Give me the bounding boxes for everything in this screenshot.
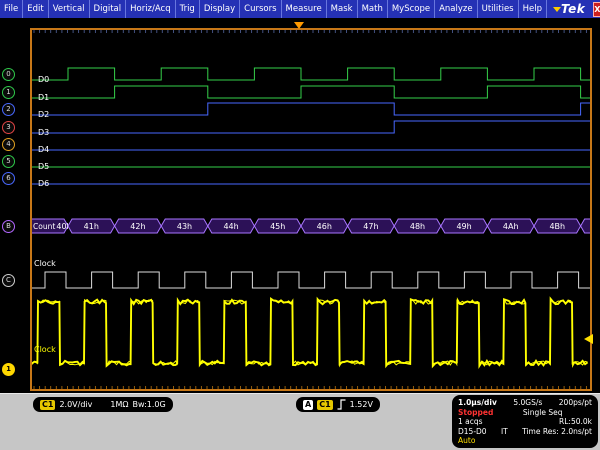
digital-label-d2: D2: [38, 110, 49, 119]
digital-label-d3: D3: [38, 128, 49, 137]
menu-item-trig[interactable]: Trig: [176, 0, 200, 18]
clock-channel-marker[interactable]: C: [2, 274, 15, 287]
ch1-scale: 2.0V/div: [59, 400, 92, 409]
menu-item-math[interactable]: Math: [358, 0, 388, 18]
bus-segment: [581, 219, 590, 233]
acq-line-2: Stopped Single Seq: [458, 408, 592, 418]
digital-label-d1: D1: [38, 93, 49, 102]
channel-marker-d5[interactable]: 5: [2, 155, 15, 168]
bus-value: 42h: [130, 222, 145, 231]
acq-line-4: D15-D0 IT Time Res: 2.0ns/pt: [458, 427, 592, 437]
channel-marker-d3[interactable]: 3: [2, 121, 15, 134]
acq-sample-rate: 5.0GS/s: [513, 398, 542, 408]
acq-digital-group: D15-D0: [458, 427, 487, 437]
digital-label-d0: D0: [38, 75, 49, 84]
digital-trace-d2: [32, 103, 590, 115]
bus-value: 46h: [317, 222, 332, 231]
ch1-bandwidth: Bw:1.0G: [132, 400, 165, 409]
channel-marker-d6[interactable]: 6: [2, 172, 15, 185]
bus-value: 43h: [177, 222, 192, 231]
digital-trace-d3: [32, 121, 590, 133]
menu-overflow-arrow-icon[interactable]: [553, 7, 561, 12]
menu-item-help[interactable]: Help: [519, 0, 547, 18]
ch1-ground-marker[interactable]: 1: [2, 363, 15, 376]
menu-item-digital[interactable]: Digital: [90, 0, 127, 18]
digital-label-d5: D5: [38, 162, 49, 171]
acq-line-5: Auto: [458, 436, 592, 446]
acq-time-res: Time Res: 2.0ns/pt: [522, 427, 592, 437]
acq-count: 1 acqs: [458, 417, 483, 427]
ch1-coupling: 1MΩ: [110, 400, 128, 409]
menu-item-analyze[interactable]: Analyze: [435, 0, 478, 18]
bus-name-label: Count: [33, 222, 55, 231]
menu-item-myscope[interactable]: MyScope: [388, 0, 435, 18]
ch1-badge: C1: [40, 400, 55, 410]
bus-value: 45h: [270, 222, 285, 231]
ch1-trigger-level-marker[interactable]: [584, 334, 593, 344]
status-bar: C1 2.0V/div 1MΩ Bw:1.0G A C1 1.52V 1.0μs…: [0, 393, 600, 450]
digital-clock-trace: [32, 272, 590, 288]
digital-trace-d1: [32, 86, 590, 98]
trigger-event-badge: A: [303, 400, 313, 410]
menu-bar: FileEditVerticalDigitalHoriz/AcqTrigDisp…: [0, 0, 600, 18]
digital-trace-d0: [32, 68, 590, 80]
menu-item-horiz-acq[interactable]: Horiz/Acq: [126, 0, 176, 18]
acq-mode: Single Seq: [523, 408, 563, 418]
menu-item-measure[interactable]: Measure: [282, 0, 327, 18]
bus-value: 4Ah: [503, 222, 519, 231]
waveform-display-area: D0D1D2D3D4D5D640h41h42h43h44h45h46h47h48…: [0, 18, 600, 393]
ch1-readout[interactable]: C1 2.0V/div 1MΩ Bw:1.0G: [33, 397, 173, 412]
bus-value: 4Bh: [549, 222, 565, 231]
channel-marker-d1[interactable]: 1: [2, 86, 15, 99]
menu-item-file[interactable]: File: [0, 0, 23, 18]
bus-value: 44h: [223, 222, 238, 231]
menu-item-display[interactable]: Display: [200, 0, 240, 18]
acq-record-length: RL:50.0k: [559, 417, 592, 427]
digital-label-d4: D4: [38, 145, 49, 154]
tek-logo: Tek: [561, 2, 593, 16]
channel-marker-d0[interactable]: 0: [2, 68, 15, 81]
analog-ch1-label: Clock: [34, 345, 56, 354]
trigger-position-marker[interactable]: [294, 22, 304, 29]
bottom-tick-marks: [34, 386, 586, 389]
trigger-source-badge: C1: [317, 400, 332, 410]
digital-label-d6: D6: [38, 179, 49, 188]
acq-timebase: 1.0μs/div: [458, 398, 497, 408]
bus-value: 41h: [84, 222, 99, 231]
acq-state: Stopped: [458, 408, 493, 418]
close-button[interactable]: X: [593, 2, 600, 17]
graticule-frame: D0D1D2D3D4D5D640h41h42h43h44h45h46h47h48…: [30, 28, 592, 391]
menu-item-cursors[interactable]: Cursors: [240, 0, 281, 18]
rising-edge-icon: [337, 399, 346, 410]
acq-line-1: 1.0μs/div 5.0GS/s 200ps/pt: [458, 398, 592, 408]
menu-item-vertical[interactable]: Vertical: [49, 0, 90, 18]
channel-marker-column: 0 1 2 3 4 5 6 B C 1: [0, 18, 30, 393]
digital-clock-label: Clock: [34, 259, 56, 268]
bus-value: 48h: [410, 222, 425, 231]
bus-value: 49h: [456, 222, 471, 231]
channel-marker-d2[interactable]: 2: [2, 103, 15, 116]
menu-item-utilities[interactable]: Utilities: [478, 0, 519, 18]
acq-resolution: 200ps/pt: [559, 398, 592, 408]
bus-marker[interactable]: B: [2, 220, 15, 233]
menu-item-edit[interactable]: Edit: [23, 0, 48, 18]
channel-marker-d4[interactable]: 4: [2, 138, 15, 151]
acquisition-readout[interactable]: 1.0μs/div 5.0GS/s 200ps/pt Stopped Singl…: [452, 395, 598, 448]
menu-item-mask[interactable]: Mask: [327, 0, 358, 18]
top-tick-marks: [34, 30, 586, 33]
oscilloscope-screen: FileEditVerticalDigitalHoriz/AcqTrigDisp…: [0, 0, 600, 450]
trigger-readout[interactable]: A C1 1.52V: [296, 397, 380, 412]
waveform-plot: D0D1D2D3D4D5D640h41h42h43h44h45h46h47h48…: [32, 30, 590, 389]
trigger-level: 1.52V: [350, 400, 373, 409]
bus-value: 47h: [363, 222, 378, 231]
acq-sampling-mode: IT: [501, 427, 508, 437]
acq-line-3: 1 acqs RL:50.0k: [458, 417, 592, 427]
menu-item-list: FileEditVerticalDigitalHoriz/AcqTrigDisp…: [0, 0, 547, 18]
acq-trigger-mode: Auto: [458, 436, 475, 446]
